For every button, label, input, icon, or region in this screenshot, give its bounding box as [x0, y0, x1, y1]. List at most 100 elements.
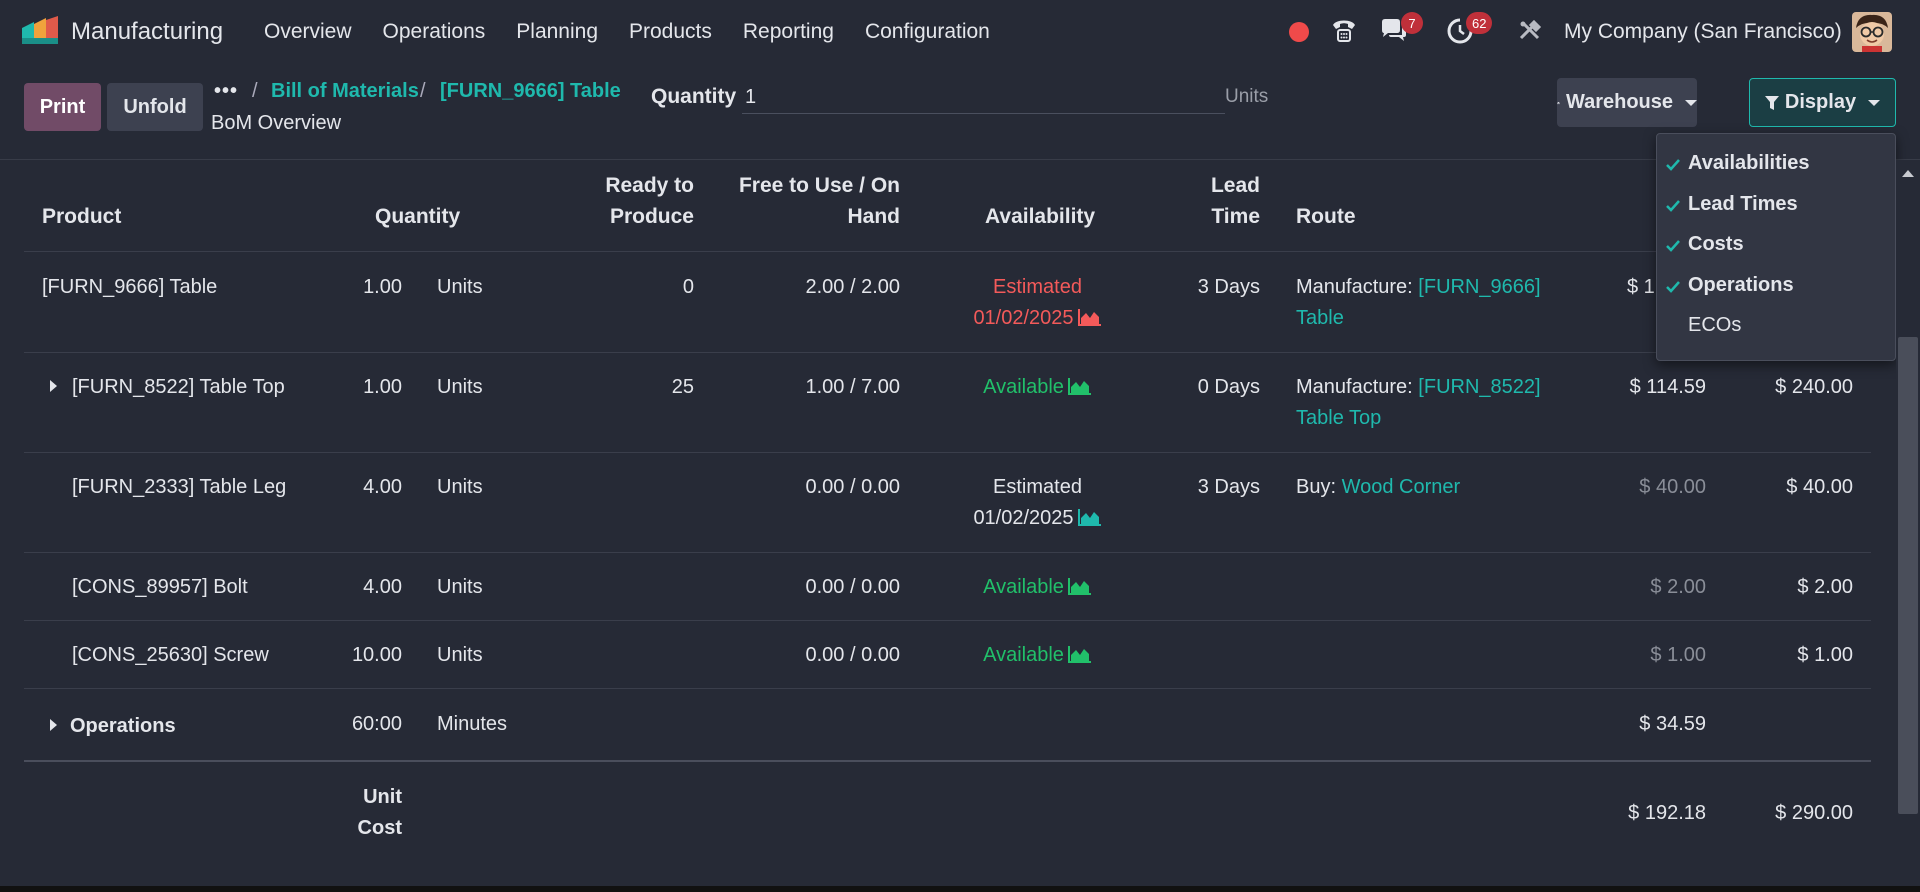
activities-badge: 62 — [1466, 12, 1493, 34]
header-availability: Availability — [985, 205, 1096, 228]
bom-cost-value: $ 2.00 — [1797, 576, 1853, 598]
route-value: Manufacture: [FURN_9666] Table — [1296, 272, 1541, 334]
uom-value: Units — [437, 376, 483, 398]
menu-products[interactable]: Products — [629, 20, 712, 44]
quantity-value: 4.00 — [363, 476, 402, 498]
route-link[interactable]: [FURN_8522] — [1418, 376, 1540, 398]
scrollbar-thumb[interactable] — [1898, 337, 1918, 814]
free-on-hand-value: 0.00 / 0.00 — [805, 644, 900, 666]
breadcrumb-more-button[interactable]: ••• — [214, 80, 238, 103]
display-dropdown-button[interactable]: Display — [1749, 78, 1896, 127]
display-option-ecos[interactable]: ECOs — [1657, 310, 1897, 346]
quantity-value: 4.00 — [363, 576, 402, 598]
company-switcher[interactable]: My Company (San Francisco) — [1564, 20, 1842, 44]
header-free-on-hand: Free to Use / On Hand — [738, 174, 900, 228]
row-divider — [24, 452, 1871, 453]
display-option-lead-times[interactable]: Lead Times — [1657, 189, 1897, 225]
checkmark-icon — [1666, 159, 1680, 171]
cost-value: $ 1 — [1627, 276, 1655, 298]
display-option-operations[interactable]: Operations — [1657, 270, 1897, 306]
menu-configuration[interactable]: Configuration — [865, 20, 990, 44]
uom-value: Units — [437, 276, 483, 298]
ready-value: 25 — [671, 376, 694, 398]
cost-value: $ 40.00 — [1639, 476, 1706, 498]
unit-cost-value: $ 192.18 — [1628, 802, 1706, 824]
scroll-up-arrow-icon[interactable] — [1902, 170, 1914, 177]
product-link[interactable]: [CONS_89957] Bolt — [72, 572, 248, 603]
app-name[interactable]: Manufacturing — [71, 18, 223, 46]
unfold-button[interactable]: Unfold — [107, 83, 203, 131]
lead-time-value: 3 Days — [1197, 476, 1260, 498]
bom-cost-value: $ 40.00 — [1786, 476, 1853, 498]
menu-reporting[interactable]: Reporting — [743, 20, 834, 44]
uom-value: Units — [437, 476, 483, 498]
forecast-chart-icon[interactable] — [1077, 308, 1102, 326]
header-quantity: Quantity — [375, 205, 461, 228]
display-option-costs[interactable]: Costs — [1657, 229, 1897, 265]
user-avatar[interactable] — [1852, 12, 1892, 52]
product-link[interactable]: [FURN_8522] Table Top — [72, 372, 285, 403]
bom-cost-value: $ 240.00 — [1775, 376, 1853, 398]
menu-planning[interactable]: Planning — [516, 20, 598, 44]
forecast-chart-icon[interactable] — [1067, 377, 1092, 395]
main-menu: Overview Operations Planning Products Re… — [264, 20, 1021, 44]
forecast-chart-icon[interactable] — [1077, 508, 1102, 526]
product-link[interactable]: [FURN_9666] Table — [42, 272, 217, 303]
row-divider — [24, 352, 1871, 353]
row-expander-icon[interactable] — [50, 372, 69, 403]
route-link[interactable]: Wood Corner — [1342, 476, 1461, 498]
route-link[interactable]: Table Top — [1296, 403, 1541, 434]
filter-icon — [1764, 95, 1779, 110]
free-on-hand-value: 2.00 / 2.00 — [805, 276, 900, 298]
availability-status[interactable]: Available — [920, 640, 1155, 671]
checkmark-icon — [1666, 240, 1680, 252]
breadcrumb-current-bom[interactable]: [FURN_9666] Table — [440, 80, 621, 103]
operations-uom: Minutes — [437, 713, 508, 735]
forecast-chart-icon[interactable] — [1067, 577, 1092, 595]
header-ready-to-produce: Ready to Produce — [605, 174, 694, 228]
cost-value: $ 1.00 — [1650, 644, 1706, 666]
operations-cost: $ 34.59 — [1639, 713, 1706, 735]
forecast-chart-icon[interactable] — [1067, 645, 1092, 663]
free-on-hand-value: 0.00 / 0.00 — [805, 576, 900, 598]
availability-status[interactable]: Estimated 01/02/2025 — [920, 272, 1155, 334]
route-value: Buy: Wood Corner — [1296, 476, 1461, 498]
quantity-input[interactable] — [742, 82, 1225, 114]
uom-value: Units — [437, 644, 483, 666]
unit-cost-label: Unit Cost — [357, 786, 402, 839]
product-link[interactable]: [FURN_2333] Table Leg — [72, 472, 286, 503]
availability-status[interactable]: Estimated 01/02/2025 — [920, 472, 1155, 534]
warehouse-dropdown-button[interactable]: Warehouse — [1557, 78, 1697, 127]
route-link[interactable]: [FURN_9666] — [1418, 276, 1540, 298]
display-option-availabilities[interactable]: Availabilities — [1657, 148, 1897, 184]
print-button[interactable]: Print — [24, 83, 101, 131]
messages-badge: 7 — [1401, 12, 1423, 34]
warehouse-label: Warehouse — [1565, 91, 1673, 113]
product-link[interactable]: [CONS_25630] Screw — [72, 640, 269, 671]
divider — [0, 159, 1920, 160]
cost-value: $ 114.59 — [1629, 376, 1706, 398]
checkmark-icon — [1666, 281, 1680, 293]
quantity-value: 1.00 — [363, 276, 402, 298]
debug-tools-icon[interactable] — [1518, 19, 1542, 43]
header-route: Route — [1296, 205, 1356, 228]
route-link[interactable]: Table — [1296, 303, 1541, 334]
row-divider — [24, 620, 1871, 621]
unit-bom-cost-value: $ 290.00 — [1775, 802, 1853, 824]
display-dropdown-menu: Availabilities Lead Times Costs Operatio… — [1656, 133, 1896, 361]
availability-status[interactable]: Available — [920, 372, 1155, 403]
recording-indicator-icon[interactable] — [1289, 22, 1309, 42]
total-divider — [24, 760, 1871, 762]
uom-value: Units — [437, 576, 483, 598]
breadcrumb-bill-of-materials[interactable]: Bill of Materials — [271, 80, 419, 103]
availability-status[interactable]: Available — [920, 572, 1155, 603]
operations-label[interactable]: Operations — [70, 711, 176, 742]
menu-overview[interactable]: Overview — [264, 20, 352, 44]
operations-expander-icon[interactable] — [50, 711, 69, 742]
cost-value: $ 2.00 — [1650, 576, 1706, 598]
route-value: Manufacture: [FURN_8522] Table Top — [1296, 372, 1541, 434]
menu-operations[interactable]: Operations — [383, 20, 486, 44]
phone-icon[interactable] — [1330, 16, 1358, 44]
lead-time-value: 3 Days — [1197, 276, 1260, 298]
manufacturing-app-icon[interactable] — [20, 16, 60, 46]
